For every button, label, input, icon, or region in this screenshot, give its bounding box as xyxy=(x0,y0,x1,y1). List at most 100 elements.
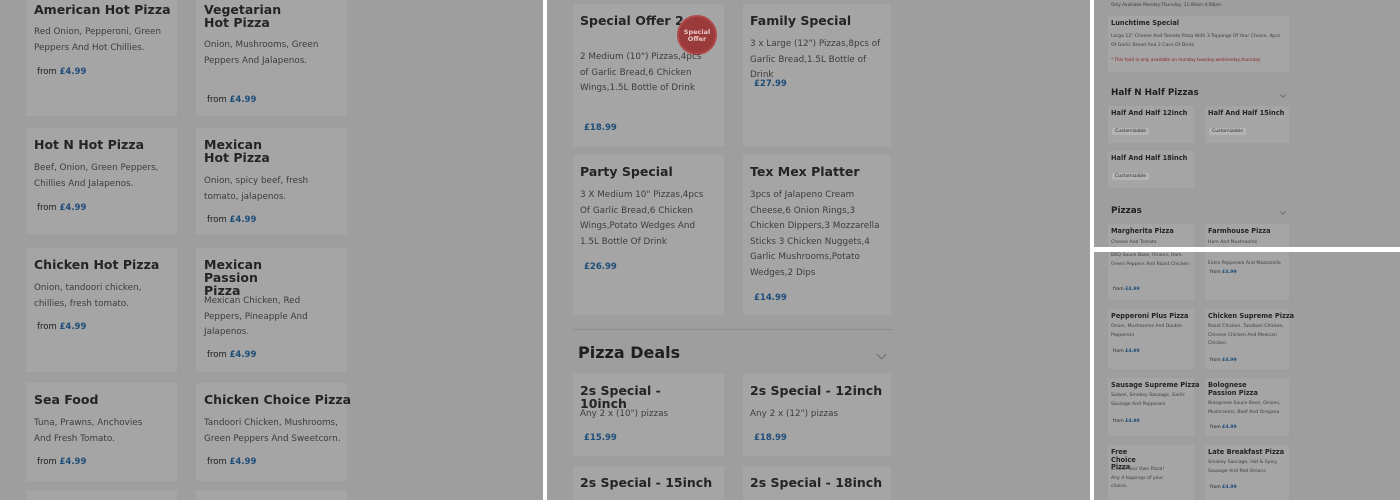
menu-item-card[interactable]: Hot N Hot Pizza Beef, Onion, Green Peppe… xyxy=(26,128,177,234)
customizable-badge: Customizable xyxy=(1112,173,1150,180)
item-price: from £4.99 xyxy=(37,457,87,467)
menu-item-card[interactable]: 2s Special - 12inch Any 2 x (12") pizzas… xyxy=(743,374,891,456)
section-title-pizzas: Pizzas xyxy=(1111,206,1142,216)
item-description: Onion, spicy beef, fresh tomato, jalapen… xyxy=(204,176,309,202)
customizable-badge: Customizable xyxy=(1112,128,1150,135)
menu-item-card[interactable]: 2s Special - 15inch xyxy=(573,466,724,500)
item-description: Red Onion, Pepperoni, Green Peppers And … xyxy=(34,27,162,53)
item-description: Bolognese Sauce Base, Onions, Mushrooms,… xyxy=(1208,401,1281,415)
item-title: Lunchtime Special xyxy=(1111,19,1180,27)
section-divider xyxy=(573,329,893,330)
menu-item-card[interactable]: Half And Half 12inch Customizable xyxy=(1108,106,1194,143)
item-title: 2s Special - 12inch xyxy=(750,383,883,398)
menu-item-card[interactable] xyxy=(196,490,347,500)
menu-item-card[interactable]: Half And Half 18inch Customizable xyxy=(1108,151,1194,188)
item-title: Chicken Hot Pizza xyxy=(34,257,160,272)
item-price: £18.99 xyxy=(584,123,617,133)
menu-item-card[interactable]: American Hot Pizza Red Onion, Pepperoni,… xyxy=(26,0,177,116)
chevron-down-icon[interactable] xyxy=(1280,209,1286,215)
item-description: Any 2 x (10") pizzas xyxy=(580,409,669,419)
menu-item-card[interactable]: Sausage Supreme Pizza Salami, Smokey Sau… xyxy=(1108,378,1200,436)
item-description: Onion, tandoori chicken, chillies, fresh… xyxy=(34,283,142,309)
item-title: Sea Food xyxy=(34,392,99,407)
item-description: 2 Medium (10") Pizzas,4pcs of Garlic Bre… xyxy=(580,52,702,93)
item-price: £18.99 xyxy=(754,433,787,443)
menu-item-card[interactable] xyxy=(26,490,177,500)
menu-item-card[interactable]: Half And Half 15inch Customizable xyxy=(1205,106,1289,143)
chevron-down-icon[interactable] xyxy=(1280,92,1286,98)
panel-pizza-menu-2: BBQ Sauce Base, Onions, Ham, Green Peppe… xyxy=(1094,252,1400,500)
item-description: BBQ Sauce Base, Onions, Ham, Green Peppe… xyxy=(1111,253,1191,267)
menu-item-card[interactable]: Chicken Choice Pizza Tandoori Chicken, M… xyxy=(196,383,351,481)
item-title: Half And Half 12inch xyxy=(1111,109,1188,117)
item-price: £27.99 xyxy=(754,79,787,89)
item-title: Half And Half 18inch xyxy=(1111,154,1188,162)
chevron-down-icon[interactable] xyxy=(876,349,887,360)
panel-lunch-and-half-pizzas: Only Available Monday-Thursday, 11:00am-… xyxy=(1094,0,1400,247)
item-price: £15.99 xyxy=(584,433,617,443)
item-price: from £4.99 xyxy=(1210,270,1237,275)
menu-item-card[interactable]: Chicken Supreme Pizza Roast Chicken, Tan… xyxy=(1205,309,1294,369)
item-title: Tex Mex Platter xyxy=(750,164,860,179)
item-description: Any 2 x (12") pizzas xyxy=(750,409,839,419)
item-title: Farmhouse Pizza xyxy=(1208,227,1271,235)
item-price: from £4.99 xyxy=(207,350,257,360)
item-description: Beef, Onion, Green Peppers, Chillies And… xyxy=(34,163,159,189)
menu-item-card[interactable]: Family Special 3 x Large (12") Pizzas,8p… xyxy=(743,4,891,146)
menu-item-card[interactable]: Pepperoni Plus Pizza Onion, Mushrooms An… xyxy=(1108,309,1194,369)
item-title: Bolognese Passion Pizza xyxy=(1208,381,1258,397)
item-title: Chicken Supreme Pizza xyxy=(1208,312,1295,320)
item-title: Pepperoni Plus Pizza xyxy=(1111,312,1189,320)
item-title: 2s Special - 15inch xyxy=(580,475,713,490)
menu-item-card[interactable]: 2s Special - 10inch Any 2 x (10") pizzas… xyxy=(573,374,724,456)
menu-item-card[interactable]: Party Special 3 X Medium 10" Pizzas,4pcs… xyxy=(573,155,724,315)
item-title: American Hot Pizza xyxy=(34,2,171,17)
item-price: from £4.99 xyxy=(1113,287,1140,292)
item-price: from £4.99 xyxy=(37,322,87,332)
panel-special-offers: Special Offer 2 Special Offer 2 Medium (… xyxy=(547,0,1090,500)
menu-item-card[interactable]: 2s Special - 18inch xyxy=(743,466,891,500)
menu-item-card[interactable]: Tex Mex Platter 3pcs of Jalapeno Cream C… xyxy=(743,155,891,315)
item-price: from £4.99 xyxy=(1113,349,1140,354)
menu-item-card[interactable]: Margherita Pizza Cheese And Tomato xyxy=(1108,224,1194,247)
item-description: Ham And Mushrooms xyxy=(1208,240,1258,245)
menu-item-card[interactable]: Mexican Hot Pizza Onion, spicy beef, fre… xyxy=(196,128,347,234)
menu-item-card[interactable]: Chicken Hot Pizza Onion, tandoori chicke… xyxy=(26,248,177,372)
item-price: from £4.99 xyxy=(37,67,87,77)
item-title: Vegetarian Hot Pizza xyxy=(204,2,282,30)
availability-warning: * This food is only available on monday,… xyxy=(1111,58,1261,63)
item-price: from £4.99 xyxy=(207,215,257,225)
item-price: from £4.99 xyxy=(207,457,257,467)
item-price: from £4.99 xyxy=(1113,419,1140,424)
menu-item-card[interactable]: Lunchtime Special Large 12" Cheese And T… xyxy=(1108,16,1289,72)
section-title-half-n-half: Half N Half Pizzas xyxy=(1111,88,1199,98)
menu-item-card[interactable]: Bolognese Passion Pizza Bolognese Sauce … xyxy=(1205,378,1289,436)
item-description: Create Your Own Pizza! Any 4 toppings of… xyxy=(1111,467,1165,489)
menu-item-card[interactable]: Sea Food Tuna, Prawns, Anchovies And Fre… xyxy=(26,383,177,481)
item-description: Extra Pepperoni And Mozzarella xyxy=(1208,261,1281,266)
menu-item-card[interactable]: Vegetarian Hot Pizza Onion, Mushrooms, G… xyxy=(196,0,347,116)
item-price: from £4.99 xyxy=(1210,485,1237,490)
item-title: Special Offer 2 xyxy=(580,13,684,28)
item-description: 3 X Medium 10" Pizzas,4pcs Of Garlic Bre… xyxy=(580,190,704,247)
customizable-badge: Customizable xyxy=(1209,128,1247,135)
item-title: Sausage Supreme Pizza xyxy=(1111,381,1200,389)
item-title: Mexican Hot Pizza xyxy=(204,137,270,165)
menu-item-card[interactable]: Extra Pepperoni And Mozzarella from £4.9… xyxy=(1205,252,1289,300)
item-description: Cheese And Tomato xyxy=(1111,240,1157,245)
menu-item-card[interactable]: BBQ Sauce Base, Onions, Ham, Green Peppe… xyxy=(1108,252,1194,300)
item-title: Party Special xyxy=(580,164,673,179)
menu-item-card[interactable]: Farmhouse Pizza Ham And Mushrooms xyxy=(1205,224,1289,247)
item-price: from £4.99 xyxy=(1210,425,1237,430)
item-description: Onion, Mushrooms And Double Pepperoni xyxy=(1111,324,1183,338)
menu-item-card[interactable]: Mexican Passion Pizza Mexican Chicken, R… xyxy=(196,248,347,372)
item-description: Salami, Smokey Sausage, Garlic Sausage A… xyxy=(1111,393,1186,407)
item-description: Onion, Mushrooms, Green Peppers And Jala… xyxy=(204,40,319,66)
item-price: £14.99 xyxy=(754,293,787,303)
menu-item-card[interactable]: Special Offer 2 Special Offer 2 Medium (… xyxy=(573,4,724,146)
menu-item-card[interactable]: Free Choice Pizza Create Your Own Pizza!… xyxy=(1108,445,1194,500)
menu-item-card[interactable]: Late Breakfast Pizza Smokey Sausage, Hot… xyxy=(1205,445,1289,500)
special-offer-badge-icon: Special Offer xyxy=(677,15,717,55)
item-title: Late Breakfast Pizza xyxy=(1208,448,1285,456)
item-title: Family Special xyxy=(750,13,852,28)
